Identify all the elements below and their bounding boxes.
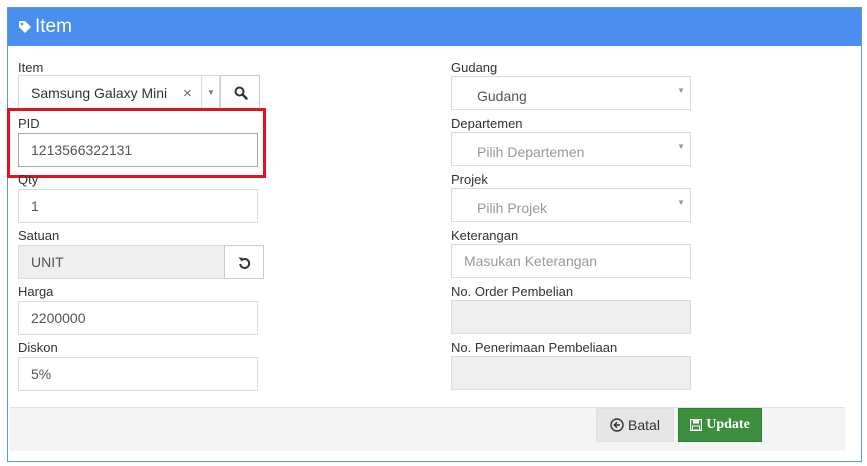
departemen-label: Departemen <box>451 116 523 131</box>
qty-label: Qty <box>18 172 39 187</box>
chevron-down-icon: ▼ <box>677 198 685 207</box>
highlight-box <box>7 108 266 178</box>
refresh-button[interactable] <box>224 245 264 279</box>
order-input <box>451 300 691 334</box>
panel-heading: Item <box>8 8 861 46</box>
search-icon <box>234 86 248 100</box>
save-icon <box>690 419 703 431</box>
order-label: No. Order Pembelian <box>451 284 574 299</box>
qty-input[interactable]: 1 <box>18 189 258 223</box>
penerimaan-label: No. Penerimaan Pembeliaan <box>451 340 618 355</box>
satuan-label: Satuan <box>18 228 60 243</box>
tag-icon <box>19 21 31 33</box>
satuan-input: UNIT <box>18 245 225 279</box>
update-button[interactable]: Update <box>678 408 762 442</box>
departemen-select[interactable]: Pilih Departemen ▼ <box>451 132 691 166</box>
item-select[interactable]: Samsung Galaxy Mini × ▼ <box>18 75 220 109</box>
departemen-select-placeholder: Pilih Departemen <box>477 144 585 160</box>
item-select-value: Samsung Galaxy Mini <box>31 85 168 101</box>
item-label: Item <box>18 60 44 75</box>
update-label: Update <box>706 417 750 432</box>
refresh-icon <box>238 257 251 269</box>
projek-select-placeholder: Pilih Projek <box>477 200 548 216</box>
chevron-down-icon: ▼ <box>677 86 685 95</box>
chevron-down-icon[interactable]: ▼ <box>207 76 215 108</box>
search-button[interactable] <box>220 75 260 109</box>
gudang-label: Gudang <box>451 60 498 75</box>
clear-icon[interactable]: × <box>183 77 192 108</box>
diskon-input[interactable]: 5% <box>18 357 258 391</box>
penerimaan-input <box>451 356 691 390</box>
projek-select[interactable]: Pilih Projek ▼ <box>451 188 691 222</box>
batal-button[interactable]: Batal <box>596 408 674 442</box>
harga-input[interactable]: 2200000 <box>18 301 258 335</box>
chevron-down-icon: ▼ <box>677 142 685 151</box>
projek-label: Projek <box>451 172 488 187</box>
keterangan-label: Keterangan <box>451 228 519 243</box>
batal-label: Batal <box>628 417 660 433</box>
diskon-label: Diskon <box>18 340 58 355</box>
arrow-left-circle-icon <box>610 418 624 432</box>
keterangan-input[interactable]: Masukan Keterangan <box>451 244 691 278</box>
panel-title: Item <box>35 16 72 37</box>
gudang-select-value: Gudang <box>477 88 527 104</box>
harga-label: Harga <box>18 284 54 299</box>
select-divider <box>201 76 202 108</box>
gudang-select[interactable]: Gudang ▼ <box>451 76 691 110</box>
